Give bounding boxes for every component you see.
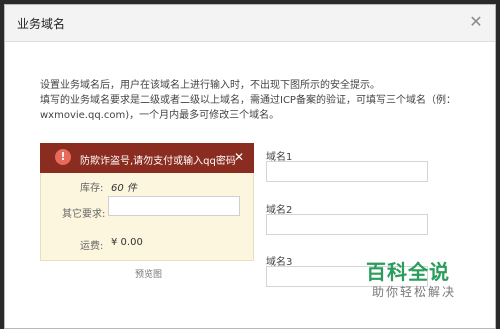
domain-2-input[interactable] bbox=[266, 214, 428, 235]
description-line-2: 填写的业务域名要求是二级或者二级以上域名，需通过ICP备案的验证，可填写三个域名… bbox=[40, 95, 456, 106]
watermark-subtitle: 助你轻松解决 bbox=[372, 285, 457, 299]
preview-caption: 预览图 bbox=[135, 270, 163, 280]
close-icon[interactable]: ✕ bbox=[465, 11, 487, 33]
stock-value: 60 件 bbox=[111, 183, 137, 194]
shipping-label: 运费: bbox=[80, 241, 104, 252]
stock-label: 库存: bbox=[80, 183, 104, 194]
dialog-title: 业务域名 bbox=[17, 17, 66, 31]
other-requirement-label: 其它要求: bbox=[62, 209, 106, 220]
shipping-value: ¥ 0.00 bbox=[111, 237, 143, 248]
warning-icon: ! bbox=[55, 149, 71, 165]
domain-1-input[interactable] bbox=[266, 161, 428, 182]
description-line-1: 设置业务域名后，用户在该域名上进行输入时，不出现下图所示的安全提示。 bbox=[40, 80, 380, 91]
other-requirement-field bbox=[108, 196, 240, 216]
dialog-header: 业务域名 ✕ bbox=[5, 5, 495, 42]
security-alert-text: 防欺诈盗号,请勿支付或输入qq密码 bbox=[80, 156, 236, 167]
description-line-3: wxmovie.qq.com)，一个月内最多可修改三个域名。 bbox=[40, 110, 280, 121]
security-alert-banner: ! 防欺诈盗号,请勿支付或输入qq密码 ✕ bbox=[40, 143, 254, 173]
domain-description: 设置业务域名后，用户在该域名上进行输入时，不出现下图所示的安全提示。 填写的业务… bbox=[40, 78, 480, 123]
alert-close-icon: ✕ bbox=[233, 150, 244, 164]
watermark-title: 百科全说 bbox=[366, 260, 450, 284]
